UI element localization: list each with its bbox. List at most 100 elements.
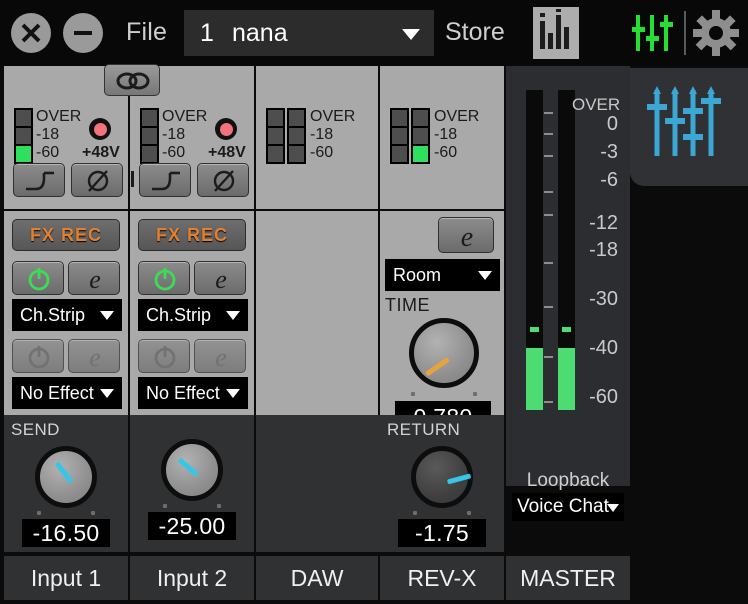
loopback-label: Loopback [526,470,610,491]
scale-18: -18 [36,126,60,143]
rev-x-edit-icon[interactable]: e [438,217,494,253]
knob-indicator [446,473,472,485]
insert2-edit-icon[interactable]: e [68,339,120,373]
highpass-filter-icon[interactable] [13,163,65,197]
highpass-filter-icon[interactable] [139,163,191,197]
return-value[interactable]: -1.75 [398,519,486,547]
channel-name-master[interactable]: MASTER [506,556,630,600]
faders-icon[interactable] [628,9,676,57]
led-over [413,110,428,126]
phase-invert-icon[interactable] [71,163,123,197]
knob-min-dot [163,504,167,508]
master-meter-right-peak [562,327,571,332]
send-label: SEND [11,420,60,439]
scale-18: -18 [162,126,186,143]
scale-60: -60 [434,144,458,161]
send-knob-input-2[interactable] [161,439,223,501]
knob-max-dot [217,504,221,508]
gear-icon[interactable] [691,8,741,58]
svg-text:e: e [215,265,227,294]
meter-tick [544,356,553,358]
meter-tick [544,112,553,114]
fx-rec-button[interactable]: FX REC [12,219,120,251]
insert2-power-button[interactable] [138,339,190,373]
master-scale-12: -12 [589,212,618,234]
led-over [289,110,304,126]
close-icon[interactable] [11,13,51,53]
fx-rec-button[interactable]: FX REC [138,219,246,251]
led-60 [268,146,283,162]
knob-max-dot [91,511,95,515]
faders-panel-icon[interactable] [630,68,748,186]
scale-60: -60 [310,144,334,161]
knob-min-dot [413,511,417,515]
loopback-source-select[interactable]: Voice Chat [512,493,624,521]
file-menu[interactable]: File [126,18,167,47]
insert2-effect-select[interactable]: No Effect [138,377,248,409]
scale-18: -18 [434,126,458,143]
master-scale-over: OVER [572,95,621,114]
chevron-down-icon [226,389,240,398]
svg-text:e: e [461,222,473,253]
channel-name-rev-x[interactable]: REV-X [380,556,504,600]
insert1-edit-icon[interactable]: e [194,261,246,295]
insert2-effect-select[interactable]: No Effect [12,377,122,409]
reverb-time-knob[interactable] [409,318,479,388]
send-value-input-1[interactable]: -16.50 [22,519,110,547]
led-18 [413,128,428,144]
daw-level-meter-right [287,108,306,164]
master-scale-6: -6 [600,169,618,191]
led-18 [16,128,31,144]
led-18 [289,128,304,144]
store-button[interactable]: Store [445,18,505,47]
stereo-link-button[interactable] [104,64,160,96]
insert2-edit-icon[interactable]: e [194,339,246,373]
insert1-power-button[interactable] [138,261,190,295]
insert2-power-button[interactable] [12,339,64,373]
title-bar: File 1 nana Store [0,0,748,66]
phase-invert-icon[interactable] [197,163,249,197]
send-knob-input-1[interactable] [35,446,97,508]
knob-max-dot [467,511,471,515]
scene-name: nana [232,19,288,47]
knob-indicator [54,461,74,484]
daw-meter-section: OVER -18 -60 [256,66,378,209]
master-scale-40: -40 [589,337,618,359]
master-meter-left-fill [526,348,543,410]
master-section: OVER 0 -3 -6 -12 -18 -30 -40 -60 Loopbac… [506,66,630,521]
meter-tick [544,262,553,264]
svg-text:e: e [89,343,101,372]
meter-tick [544,155,553,157]
channel-name-input-2[interactable]: Input 2 [130,556,254,600]
bar-meter-icon[interactable] [533,7,579,59]
minimize-icon[interactable] [63,13,103,53]
rev-x-return-section: RETURN -1.75 [380,415,504,552]
channel-name-input-1[interactable]: Input 1 [4,556,128,600]
input-2-level-meter [140,108,159,164]
meter-tick [544,133,553,135]
send-value-input-2[interactable]: -25.00 [148,512,236,540]
led-over [16,110,31,126]
knob-indicator [424,356,450,377]
insert1-effect-value: Ch.Strip [20,304,86,325]
master-scale-60: -60 [589,386,618,408]
insert1-edit-icon[interactable]: e [68,261,120,295]
phantom-power-label: +48V [82,144,120,161]
rev-x-level-meter-left [390,108,409,164]
rev-x-level-meter-right [411,108,430,164]
insert1-effect-select[interactable]: Ch.Strip [138,299,248,331]
led-60 [142,146,157,162]
chevron-down-icon [478,271,492,280]
insert1-effect-value: Ch.Strip [146,304,212,325]
input-1-level-meter [14,108,33,164]
reverb-type-select[interactable]: Room [385,259,500,291]
channel-name-daw[interactable]: DAW [256,556,378,600]
return-knob[interactable] [411,446,473,508]
meter-tick [544,401,553,403]
time-label: TIME [385,295,430,315]
scene-select[interactable]: 1 nana [184,10,434,56]
insert1-effect-select[interactable]: Ch.Strip [12,299,122,331]
phantom-power-led[interactable] [89,118,111,140]
phantom-power-led[interactable] [215,118,237,140]
insert1-power-button[interactable] [12,261,64,295]
